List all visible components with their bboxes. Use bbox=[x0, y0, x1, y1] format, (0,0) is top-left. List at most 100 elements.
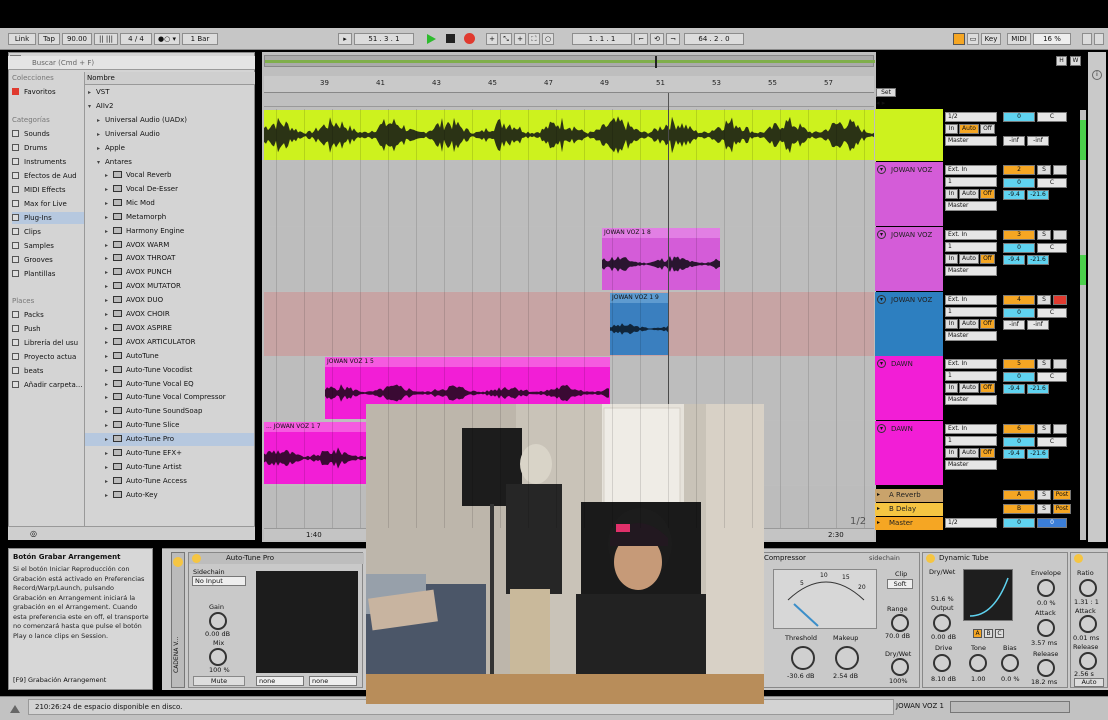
quantize-menu[interactable]: 1 Bar bbox=[182, 33, 218, 45]
monitor-auto-button[interactable]: Auto bbox=[959, 189, 979, 199]
pan-field[interactable]: C bbox=[1037, 243, 1067, 253]
plugin-item[interactable]: ▸ Auto-Tune Slice bbox=[85, 419, 254, 432]
threshold-knob[interactable] bbox=[791, 646, 815, 670]
plugin-item[interactable]: ▸ AVOX MUTATOR bbox=[85, 280, 254, 293]
monitor-in-button[interactable]: In bbox=[945, 189, 958, 199]
tube-a-button[interactable]: A bbox=[973, 629, 982, 638]
mix-knob[interactable] bbox=[209, 648, 227, 666]
send-a-field[interactable]: -9.4 bbox=[1003, 449, 1025, 459]
plugin-item[interactable]: ▸ Vocal Reverb bbox=[85, 169, 254, 182]
plugin-item[interactable]: ▸ Auto-Tune Pro bbox=[85, 433, 254, 447]
volume-field[interactable]: 0 bbox=[1003, 308, 1035, 318]
chevron-right-icon[interactable]: ▸ bbox=[97, 128, 105, 141]
chevron-right-icon[interactable]: ▸ bbox=[105, 350, 113, 363]
mute-button[interactable]: Mute bbox=[193, 676, 245, 686]
volume-field[interactable]: 0 bbox=[1003, 437, 1035, 447]
session-record-icon[interactable]: ○ bbox=[542, 33, 554, 45]
input-type-select[interactable]: Ext. In bbox=[945, 359, 997, 369]
master-output-select[interactable]: 1/2 bbox=[945, 518, 997, 528]
solo-button[interactable]: S bbox=[1037, 424, 1051, 434]
info-toggle-icon[interactable]: i bbox=[1092, 70, 1102, 80]
plugin-item[interactable]: ▸ Auto-Tune Access bbox=[85, 475, 254, 488]
track-activator[interactable]: 0 bbox=[1003, 112, 1035, 122]
monitor-off-button[interactable]: Off bbox=[980, 383, 995, 393]
monitor-auto-button[interactable]: Auto bbox=[959, 319, 979, 329]
chevron-right-icon[interactable]: ▸ bbox=[105, 447, 113, 460]
midi-map-button[interactable]: MIDI bbox=[1007, 33, 1031, 45]
chevron-right-icon[interactable]: ▸ bbox=[105, 252, 113, 265]
return-track-header[interactable]: ▸ B Delay bbox=[875, 503, 943, 516]
output-select[interactable]: Master bbox=[945, 136, 997, 146]
tube-tone-knob[interactable] bbox=[969, 654, 987, 672]
w-button[interactable]: W bbox=[1070, 56, 1081, 66]
play-icon[interactable] bbox=[427, 34, 436, 44]
track-header[interactable]: ▾ JOWAN VOZ bbox=[875, 292, 943, 356]
chevron-right-icon[interactable]: ▸ bbox=[105, 461, 113, 474]
stop-icon[interactable] bbox=[446, 34, 455, 43]
input-channel-select[interactable]: 1 bbox=[945, 307, 997, 317]
plugin-item[interactable]: ▸ Auto-Tune Vocal Compressor bbox=[85, 391, 254, 404]
song-position-field[interactable]: 51 . 3 . 1 bbox=[354, 33, 414, 45]
send-a-field[interactable]: -inf bbox=[1003, 320, 1025, 330]
tree-folder[interactable]: ▸ Universal Audio (UADx) bbox=[97, 114, 187, 127]
return-fold-icon[interactable]: ▸ bbox=[877, 505, 880, 512]
chevron-right-icon[interactable]: ▸ bbox=[105, 391, 113, 404]
lane-2[interactable] bbox=[264, 162, 874, 226]
attack2-knob[interactable] bbox=[1079, 615, 1097, 633]
input-channel-select[interactable]: 1 bbox=[945, 242, 997, 252]
tree-folder[interactable]: ▸ Universal Audio bbox=[97, 128, 160, 141]
plugin-item[interactable]: ▸ Vocal De-Esser bbox=[85, 183, 254, 196]
favoritos-item[interactable]: Favoritos bbox=[12, 86, 56, 98]
monitor-in-button[interactable]: In bbox=[945, 383, 958, 393]
volume-field[interactable]: 0 bbox=[1003, 372, 1035, 382]
tree-folder[interactable]: ▾ AIIv2 bbox=[88, 100, 114, 113]
draw-mode-icon[interactable] bbox=[953, 33, 965, 45]
fold-icon[interactable]: ▾ bbox=[877, 165, 886, 174]
chevron-right-icon[interactable]: ▸ bbox=[105, 280, 113, 293]
chevron-right-icon[interactable]: ▸ bbox=[105, 336, 113, 349]
device-power-icon[interactable] bbox=[926, 554, 935, 563]
track-header[interactable]: ▾ DAWN bbox=[875, 421, 943, 485]
chevron-right-icon[interactable]: ▸ bbox=[105, 475, 113, 488]
chevron-right-icon[interactable]: ▸ bbox=[105, 364, 113, 377]
fold-icon[interactable]: ▾ bbox=[877, 359, 886, 368]
master-pan[interactable]: 0 bbox=[1037, 518, 1067, 528]
power-icon[interactable] bbox=[173, 557, 183, 567]
tempo-field[interactable]: 90.00 bbox=[62, 33, 92, 45]
place-item[interactable]: Añadir carpeta... bbox=[12, 379, 82, 391]
category-item[interactable]: Plug-Ins bbox=[12, 212, 84, 224]
tube-output-knob[interactable] bbox=[933, 614, 951, 632]
output-select[interactable]: Master bbox=[945, 201, 997, 211]
sidechain-input-select[interactable]: No Input bbox=[192, 576, 246, 586]
capture-midi-icon[interactable]: ⛶ bbox=[528, 33, 540, 45]
place-item[interactable]: Proyecto actua bbox=[12, 351, 82, 363]
pre-post-button[interactable]: Post bbox=[1053, 490, 1071, 500]
send-b-field[interactable]: -inf bbox=[1027, 320, 1049, 330]
monitor-auto-button[interactable]: Auto bbox=[959, 124, 979, 134]
gain-knob[interactable] bbox=[209, 612, 227, 630]
arm-button[interactable] bbox=[1053, 424, 1067, 434]
preview-icon[interactable]: ◎ bbox=[30, 529, 37, 538]
return-fold-icon[interactable]: ▸ bbox=[877, 491, 880, 498]
return-activator[interactable]: B bbox=[1003, 504, 1035, 514]
lane-4[interactable] bbox=[264, 292, 874, 356]
plugin-item[interactable]: ▸ Metamorph bbox=[85, 211, 254, 224]
output-select[interactable]: Master bbox=[945, 331, 997, 341]
category-item[interactable]: Samples bbox=[12, 240, 54, 252]
audio-clip-jowan-17[interactable]: ... JOWAN VOZ 1 7 bbox=[264, 422, 366, 484]
track-activator[interactable]: 4 bbox=[1003, 295, 1035, 305]
pan-field[interactable]: C bbox=[1037, 372, 1067, 382]
output-select[interactable]: Master bbox=[945, 460, 997, 470]
computer-keyboard-icon[interactable]: ▭ bbox=[967, 33, 979, 45]
track-activator[interactable]: 6 bbox=[1003, 424, 1035, 434]
audio-clip-lime[interactable] bbox=[264, 110, 874, 160]
category-item[interactable]: Efectos de Aud bbox=[12, 170, 77, 182]
metronome-button[interactable]: ●○ ▾ bbox=[154, 33, 180, 45]
locator-ruler[interactable] bbox=[264, 93, 874, 107]
punch-out-icon[interactable]: ¬ bbox=[666, 33, 680, 45]
pan-field[interactable]: C bbox=[1037, 437, 1067, 447]
monitor-off-button[interactable]: Off bbox=[980, 189, 995, 199]
tree-folder[interactable]: ▾ Antares bbox=[97, 156, 132, 169]
chevron-down-icon[interactable]: ▾ bbox=[88, 100, 96, 113]
release2-knob[interactable] bbox=[1079, 652, 1097, 670]
